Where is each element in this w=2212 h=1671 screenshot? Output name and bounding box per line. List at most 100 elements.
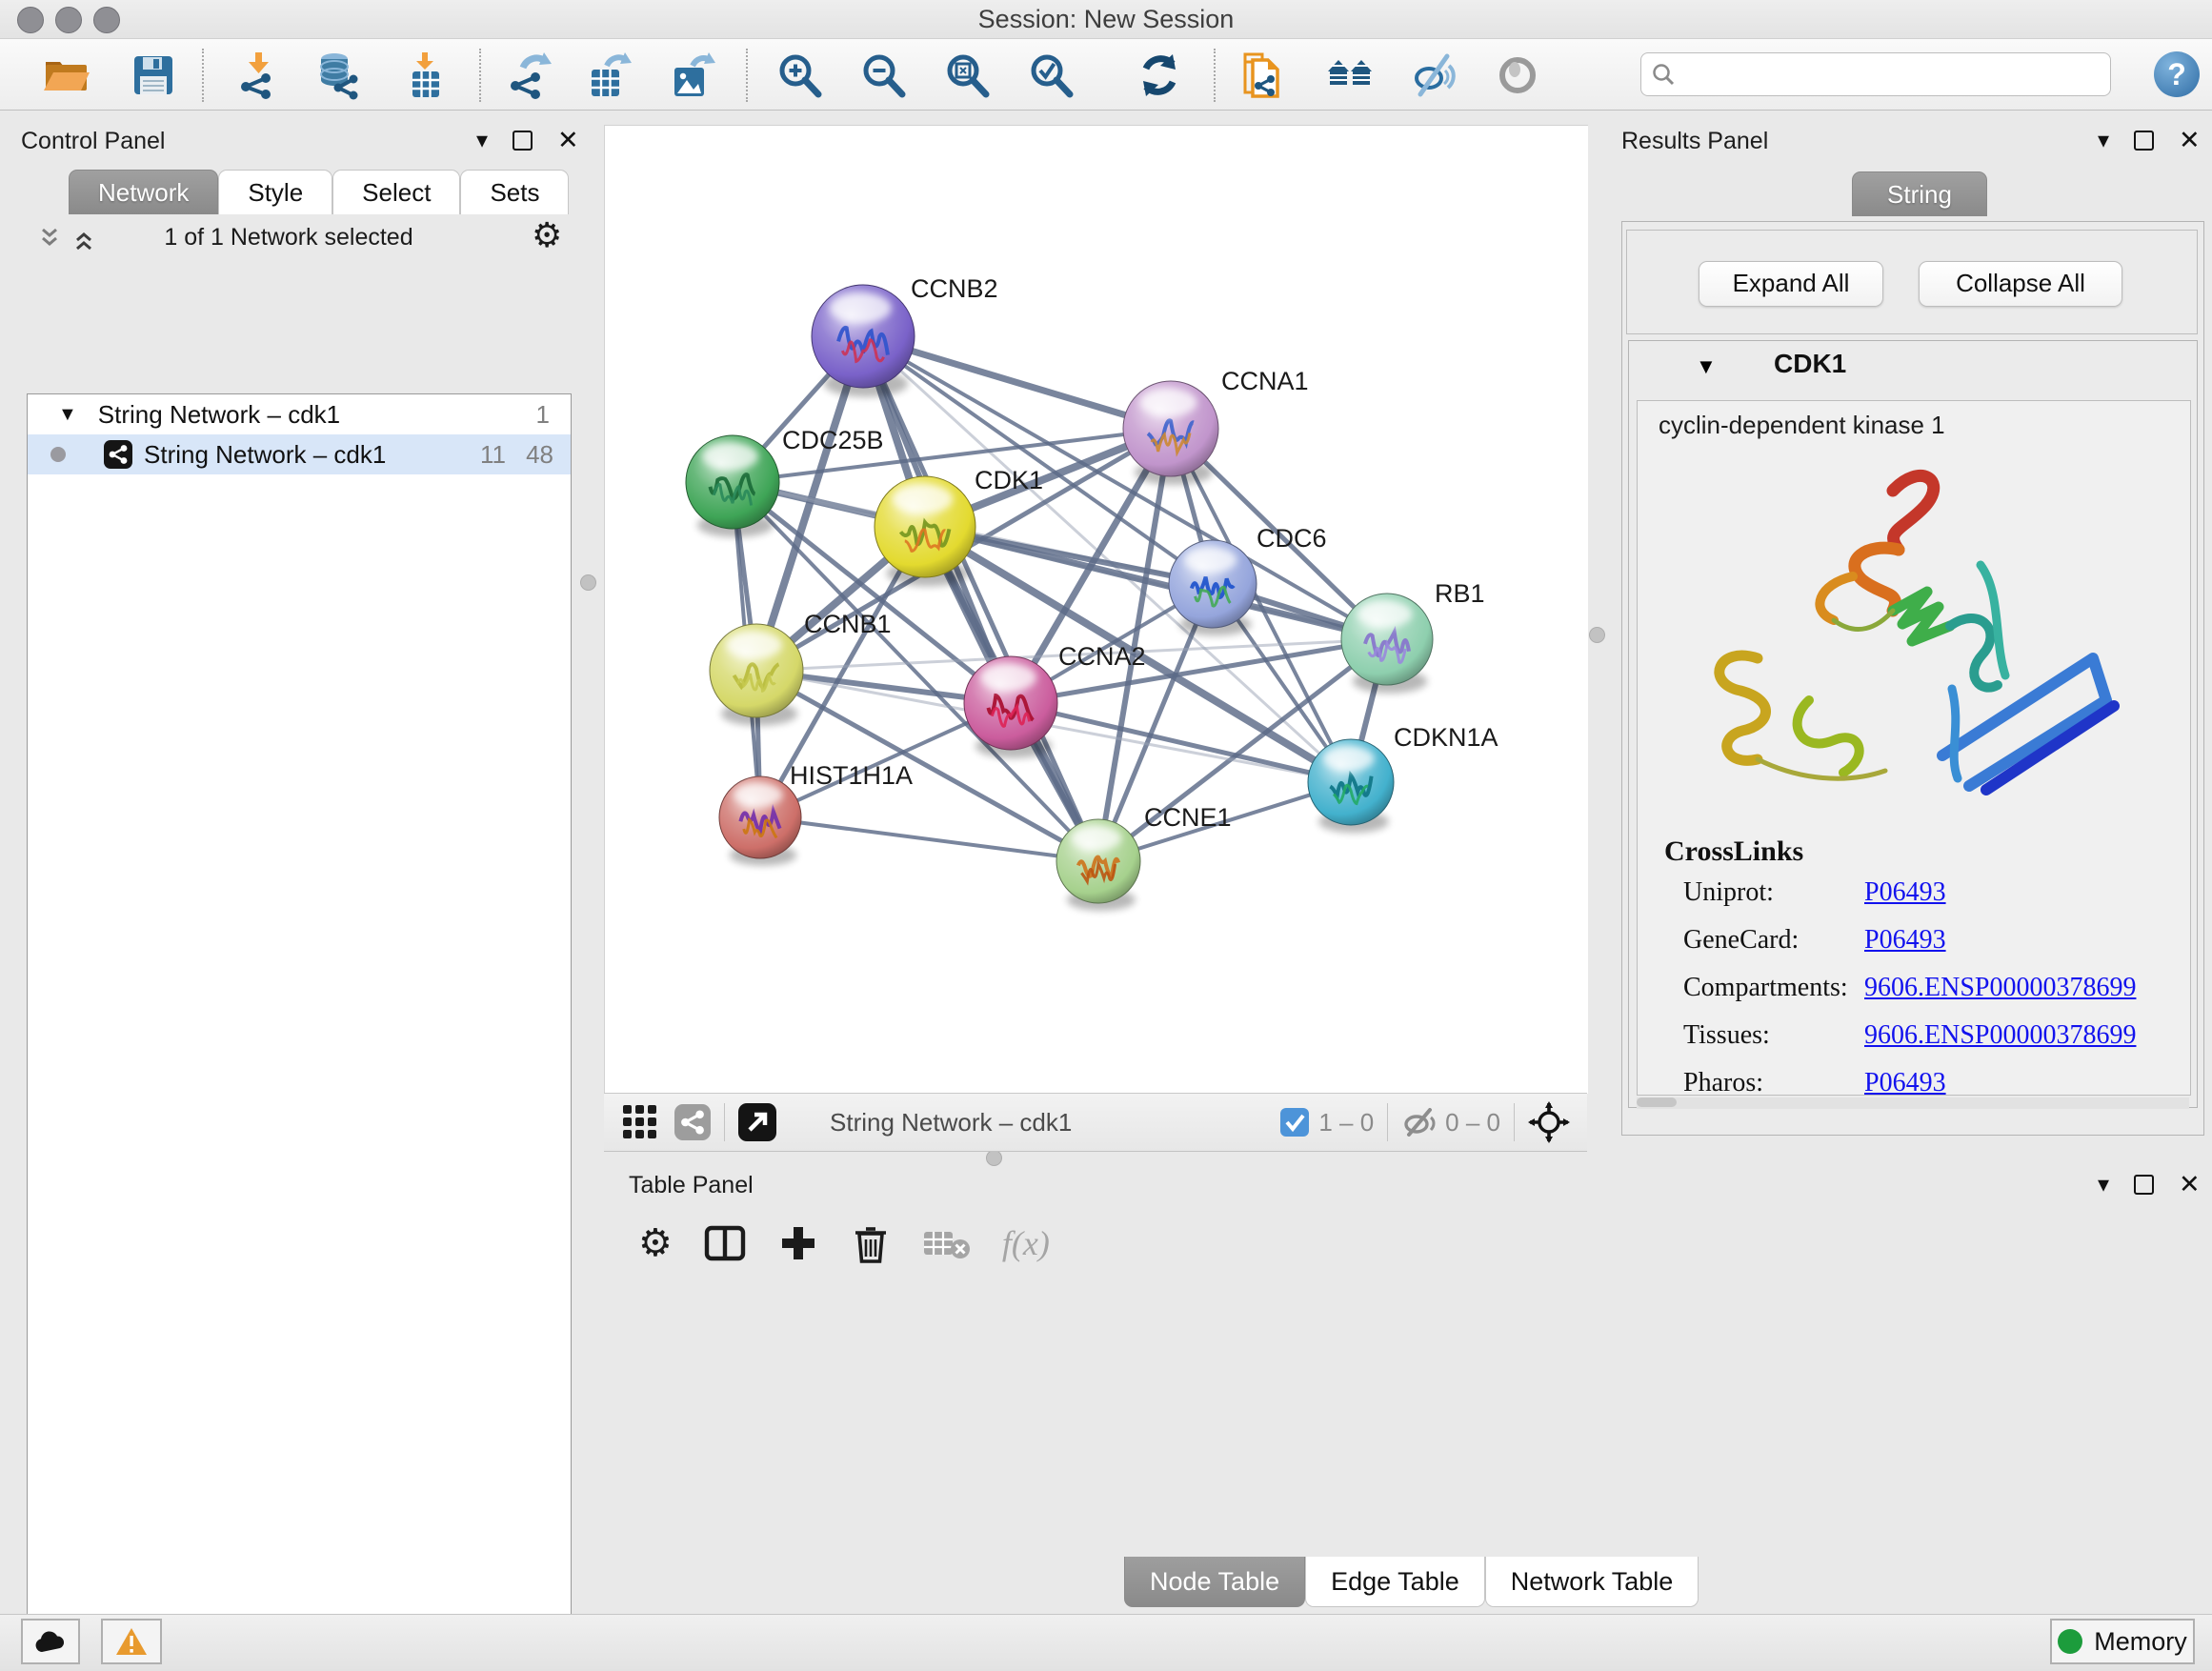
panel-float-icon[interactable] bbox=[2134, 1175, 2154, 1195]
tab-sets[interactable]: Sets bbox=[460, 170, 569, 214]
network-view-toolbar: String Network – cdk1 1 – 0 0 – 0 bbox=[604, 1093, 1587, 1152]
node-CCNE1[interactable]: CCNE1 bbox=[1056, 803, 1232, 911]
import-table-from-file-icon[interactable] bbox=[398, 50, 450, 101]
network-row[interactable]: String Network – cdk1 11 48 bbox=[28, 434, 571, 474]
node-RB1[interactable]: RB1 bbox=[1341, 579, 1485, 694]
node-label-CCNB2: CCNB2 bbox=[911, 274, 998, 303]
edge-HIST1H1A-CCNE1[interactable] bbox=[760, 817, 1098, 861]
network-options-gear-icon[interactable]: ⚙ bbox=[532, 215, 562, 255]
tab-style[interactable]: Style bbox=[218, 170, 332, 214]
crosslink-link[interactable]: P06493 bbox=[1864, 1068, 1946, 1098]
control-panel-title: Control Panel bbox=[21, 128, 165, 155]
zoom-in-icon[interactable] bbox=[774, 50, 825, 101]
new-network-from-selection-icon[interactable] bbox=[1238, 50, 1290, 101]
zoom-fit-icon[interactable] bbox=[941, 50, 993, 101]
panel-close-icon[interactable]: ✕ bbox=[2179, 1172, 2201, 1198]
warning-icon bbox=[115, 1627, 148, 1656]
node-label-CDC6: CDC6 bbox=[1257, 524, 1327, 553]
gene-detail-box: cyclin-dependent kinase 1 bbox=[1637, 400, 2191, 1096]
tab-node-table[interactable]: Node Table bbox=[1124, 1557, 1305, 1607]
delete-column-icon[interactable] bbox=[850, 1221, 892, 1265]
control-panel: Control Panel ▾ ✕ NetworkStyleSelectSets… bbox=[8, 116, 570, 1599]
tab-network-table[interactable]: Network Table bbox=[1485, 1557, 1699, 1607]
import-network-from-database-icon[interactable] bbox=[312, 50, 364, 101]
crosslink-link[interactable]: P06493 bbox=[1864, 925, 1946, 956]
node-CCNB1[interactable]: CCNB1 bbox=[710, 610, 892, 726]
node-HIST1H1A[interactable]: HIST1H1A bbox=[719, 761, 913, 866]
left-splitter-handle[interactable] bbox=[580, 574, 596, 591]
network-view-icon[interactable] bbox=[674, 1104, 711, 1140]
crosslink-row: Compartments:9606.ENSP00000378699 bbox=[1683, 973, 2179, 1003]
tab-network[interactable]: Network bbox=[69, 170, 218, 214]
export-table-icon[interactable] bbox=[583, 50, 634, 101]
help-icon[interactable]: ? bbox=[2154, 51, 2200, 97]
status-bar: Memory bbox=[0, 1614, 2212, 1671]
tab-edge-table[interactable]: Edge Table bbox=[1305, 1557, 1485, 1607]
results-panel: Results Panel ▾ ✕ String Expand All Coll… bbox=[1610, 116, 2212, 1137]
network-graph[interactable]: CCNB2CCNA1CDC25BCDK1CDC6RB1CCNB1CCNA2CDK… bbox=[605, 126, 1588, 1094]
level-of-detail-icon[interactable] bbox=[1492, 50, 1543, 101]
delete-table-icon[interactable] bbox=[922, 1224, 972, 1262]
selected-count: 1 – 0 bbox=[1318, 1108, 1374, 1137]
toolbar-separator bbox=[202, 49, 204, 102]
string-network-icon bbox=[104, 440, 132, 469]
crosslink-link[interactable]: 9606.ENSP00000378699 bbox=[1864, 973, 2136, 1003]
hidden-count: 0 – 0 bbox=[1445, 1108, 1500, 1137]
node-CDK1[interactable]: CDK1 bbox=[875, 466, 1043, 587]
toolbar-separator bbox=[1214, 49, 1216, 102]
panel-float-icon[interactable] bbox=[513, 131, 533, 151]
panel-collapse-icon[interactable]: ▾ bbox=[476, 130, 488, 152]
section-expand-icon[interactable]: ▼ bbox=[1696, 354, 1717, 379]
tab-select[interactable]: Select bbox=[332, 170, 460, 214]
open-session-icon[interactable] bbox=[41, 50, 92, 101]
export-image-icon[interactable] bbox=[667, 50, 718, 101]
edge-CCNA2-CDKN1A[interactable] bbox=[1011, 703, 1351, 782]
panel-collapse-icon[interactable]: ▾ bbox=[2098, 130, 2109, 152]
zoom-selected-icon[interactable] bbox=[1025, 50, 1076, 101]
panel-collapse-icon[interactable]: ▾ bbox=[2098, 1174, 2109, 1197]
collapse-all-button[interactable]: Collapse All bbox=[1919, 261, 2122, 307]
right-splitter-handle[interactable] bbox=[1589, 627, 1605, 643]
show-columns-icon[interactable] bbox=[703, 1221, 747, 1265]
node-label-CCNB1: CCNB1 bbox=[804, 610, 892, 638]
table-panel-title: Table Panel bbox=[629, 1172, 754, 1199]
crosslink-row: Uniprot:P06493 bbox=[1683, 877, 2179, 908]
table-settings-gear-icon[interactable]: ⚙ bbox=[638, 1221, 673, 1265]
birds-eye-view-icon[interactable] bbox=[738, 1103, 776, 1141]
node-CDC25B[interactable]: CDC25B bbox=[686, 426, 884, 537]
title-bar: Session: New Session bbox=[0, 0, 2212, 39]
zoom-out-icon[interactable] bbox=[857, 50, 909, 101]
cloud-status-button[interactable] bbox=[21, 1619, 80, 1664]
save-session-icon[interactable] bbox=[128, 50, 179, 101]
apply-layout-icon[interactable] bbox=[1134, 50, 1185, 101]
function-builder-icon[interactable]: f(x) bbox=[1002, 1223, 1050, 1263]
fit-content-crosshair-icon[interactable] bbox=[1528, 1101, 1570, 1143]
add-column-icon[interactable] bbox=[777, 1222, 819, 1264]
string-home-icon[interactable] bbox=[1324, 50, 1376, 101]
crosslink-link[interactable]: 9606.ENSP00000378699 bbox=[1864, 1020, 2136, 1051]
panel-close-icon[interactable]: ✕ bbox=[2179, 128, 2201, 153]
panel-float-icon[interactable] bbox=[2134, 131, 2154, 151]
export-network-icon[interactable] bbox=[503, 50, 554, 101]
panel-close-icon[interactable]: ✕ bbox=[557, 128, 579, 153]
grid-mode-icon[interactable] bbox=[621, 1103, 659, 1141]
import-network-from-file-icon[interactable] bbox=[232, 50, 284, 101]
node-CCNB2[interactable]: CCNB2 bbox=[812, 274, 998, 397]
memory-button[interactable]: Memory bbox=[2050, 1619, 2195, 1664]
network-canvas[interactable]: CCNB2CCNA1CDC25BCDK1CDC6RB1CCNB1CCNA2CDK… bbox=[604, 125, 1588, 1094]
tree-expand-icon[interactable]: ▼ bbox=[58, 404, 77, 426]
search-input[interactable] bbox=[1683, 60, 2101, 90]
expand-all-button[interactable]: Expand All bbox=[1699, 261, 1883, 307]
hidden-eye-icon[interactable] bbox=[1401, 1108, 1436, 1137]
crosslink-link[interactable]: P06493 bbox=[1864, 877, 1946, 908]
toolbar-search bbox=[1640, 52, 2111, 96]
current-network-dot-icon bbox=[50, 447, 66, 462]
network-collection-row[interactable]: ▼ String Network – cdk1 1 bbox=[28, 394, 571, 434]
node-CDKN1A[interactable]: CDKN1A bbox=[1308, 723, 1498, 833]
tab-string[interactable]: String bbox=[1852, 171, 1987, 216]
section-hscrollbar[interactable] bbox=[1637, 1097, 2189, 1109]
node-CCNA1[interactable]: CCNA1 bbox=[1123, 367, 1309, 485]
selected-checkbox-icon[interactable] bbox=[1280, 1108, 1309, 1137]
hide-labels-icon[interactable] bbox=[1408, 50, 1459, 101]
warning-status-button[interactable] bbox=[101, 1619, 162, 1664]
